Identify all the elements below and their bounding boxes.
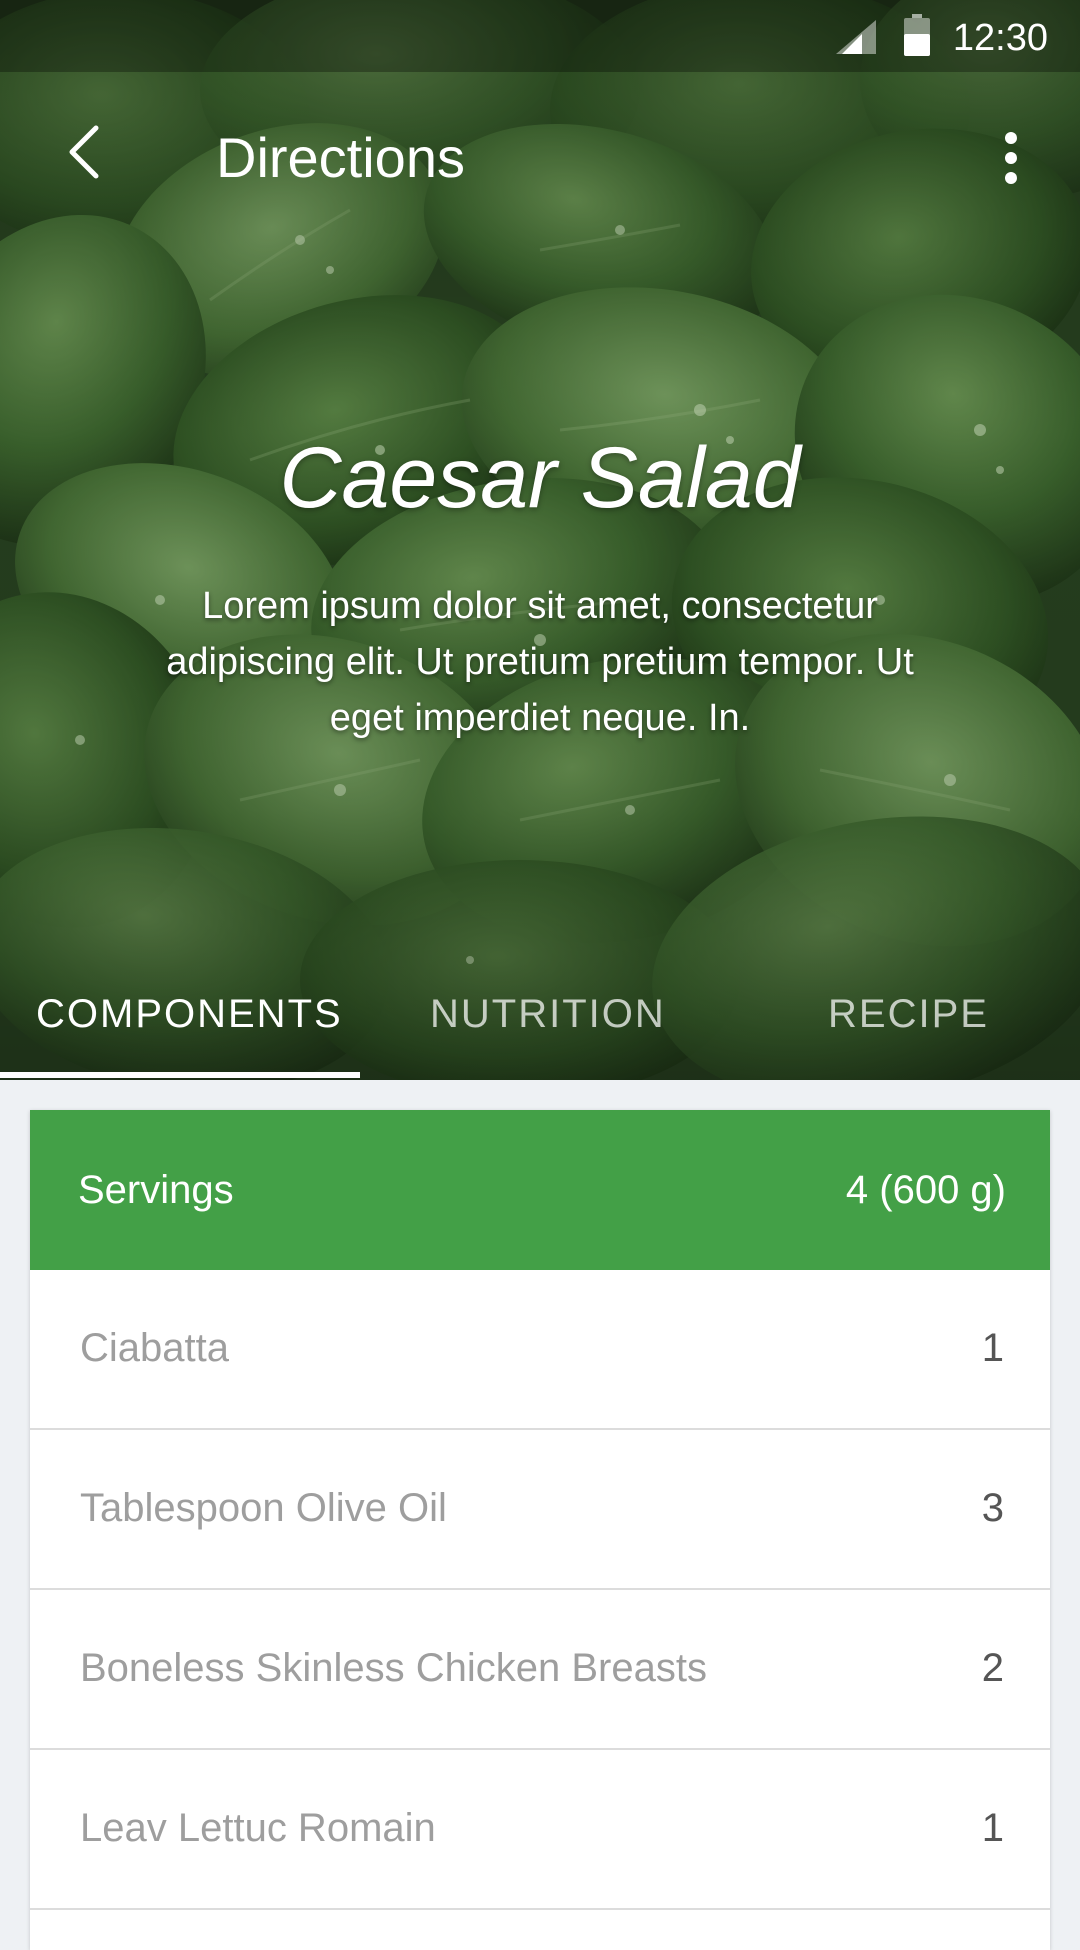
servings-row[interactable]: Servings 4 (600 g) xyxy=(30,1110,1050,1270)
tab-selected-indicator xyxy=(0,1072,360,1078)
back-button[interactable] xyxy=(44,112,124,192)
more-vert-icon xyxy=(1005,132,1017,184)
ingredient-quantity: 1 xyxy=(981,1806,1004,1850)
ingredient-name: Ciabatta xyxy=(80,1326,229,1370)
ingredient-name: Tablespoon Olive Oil xyxy=(80,1486,447,1530)
servings-value: 4 (600 g) xyxy=(845,1168,1006,1212)
recipe-title: Caesar Salad xyxy=(279,430,801,526)
servings-label: Servings xyxy=(78,1168,234,1212)
overflow-menu-button[interactable] xyxy=(976,118,1046,198)
hero-dim-overlay xyxy=(0,0,1080,1080)
tab-recipe[interactable]: RECIPE xyxy=(828,978,989,1050)
battery-icon xyxy=(904,14,930,56)
status-bar: 12:30 xyxy=(0,0,1080,72)
ingredient-name: Boneless Skinless Chicken Breasts xyxy=(80,1646,707,1690)
ingredient-row[interactable]: Ciabatta 1 xyxy=(30,1270,1050,1430)
chevron-left-icon xyxy=(69,125,99,179)
signal-icon xyxy=(836,20,876,54)
recipe-description: Lorem ipsum dolor sit amet, consectetur … xyxy=(166,585,914,739)
ingredient-row[interactable]: Leav Lettuc Romain 1 xyxy=(30,1750,1050,1910)
ingredient-quantity: 1 xyxy=(981,1326,1004,1370)
ingredient-name: Leav Lettuc Romain xyxy=(80,1806,436,1850)
toolbar-title: Directions xyxy=(216,126,465,189)
ingredient-row[interactable]: Boneless Skinless Chicken Breasts 2 xyxy=(30,1590,1050,1750)
ingredient-quantity: 2 xyxy=(981,1646,1004,1690)
hero-header: 12:30 Directions Caesar Salad Lorem ipsu… xyxy=(0,0,1080,1080)
status-time: 12:30 xyxy=(952,17,1048,59)
ingredient-quantity: 3 xyxy=(981,1486,1004,1530)
components-card: Servings 4 (600 g) Ciabatta 1 Tablespoon… xyxy=(30,1110,1050,1950)
tab-nutrition[interactable]: NUTRITION xyxy=(430,978,666,1050)
ingredients-list: Ciabatta 1 Tablespoon Olive Oil 3 Bonele… xyxy=(30,1270,1050,1910)
ingredient-row[interactable]: Tablespoon Olive Oil 3 xyxy=(30,1430,1050,1590)
tab-components[interactable]: COMPONENTS xyxy=(36,978,343,1050)
